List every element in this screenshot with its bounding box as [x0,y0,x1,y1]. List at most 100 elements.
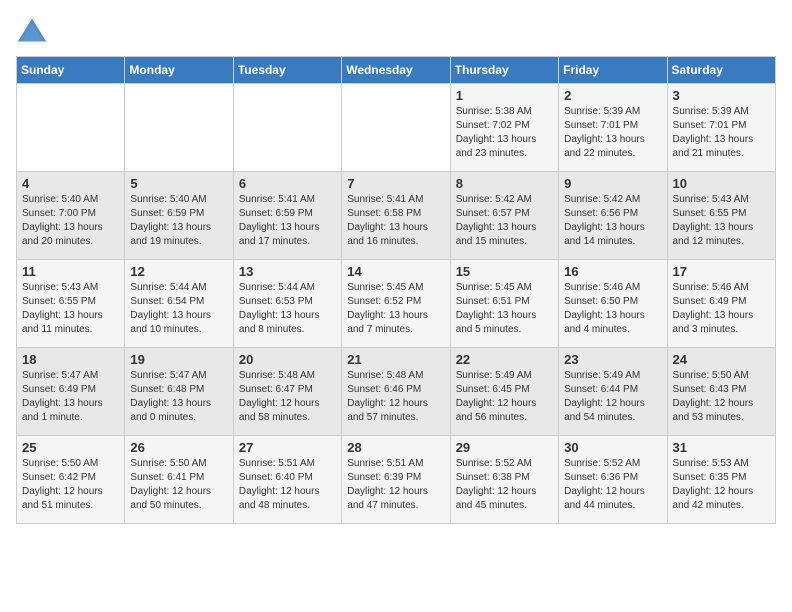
day-number: 29 [456,440,553,455]
day-info: Sunrise: 5:38 AM Sunset: 7:02 PM Dayligh… [456,105,553,161]
day-info: Sunrise: 5:46 AM Sunset: 6:50 PM Dayligh… [564,281,661,337]
day-number: 21 [347,352,444,367]
calendar-week-1: 1 Sunrise: 5:38 AM Sunset: 7:02 PM Daylig… [17,84,776,172]
calendar-cell: 10Sunrise: 5:43 AM Sunset: 6:55 PM Dayli… [667,172,775,260]
day-number: 1 [456,88,553,103]
calendar-cell: 17Sunrise: 5:46 AM Sunset: 6:49 PM Dayli… [667,260,775,348]
day-number: 3 [673,88,770,103]
day-info: Sunrise: 5:48 AM Sunset: 6:47 PM Dayligh… [239,369,336,425]
calendar-table: SundayMondayTuesdayWednesdayThursdayFrid… [16,56,776,524]
day-info: Sunrise: 5:41 AM Sunset: 6:59 PM Dayligh… [239,193,336,249]
day-number: 11 [22,264,119,279]
calendar-cell: 8 Sunrise: 5:42 AM Sunset: 6:57 PM Daylig… [450,172,558,260]
calendar-cell: 4 Sunrise: 5:40 AM Sunset: 7:00 PM Daylig… [17,172,125,260]
calendar-cell: 1 Sunrise: 5:38 AM Sunset: 7:02 PM Daylig… [450,84,558,172]
day-number: 12 [130,264,227,279]
calendar-cell [125,84,233,172]
day-number: 28 [347,440,444,455]
day-info: Sunrise: 5:45 AM Sunset: 6:51 PM Dayligh… [456,281,553,337]
day-info: Sunrise: 5:39 AM Sunset: 7:01 PM Dayligh… [673,105,770,161]
calendar-week-2: 4 Sunrise: 5:40 AM Sunset: 7:00 PM Daylig… [17,172,776,260]
calendar-cell: 30Sunrise: 5:52 AM Sunset: 6:36 PM Dayli… [559,436,667,524]
calendar-cell: 16Sunrise: 5:46 AM Sunset: 6:50 PM Dayli… [559,260,667,348]
day-number: 5 [130,176,227,191]
day-info: Sunrise: 5:51 AM Sunset: 6:40 PM Dayligh… [239,457,336,513]
calendar-week-3: 11Sunrise: 5:43 AM Sunset: 6:55 PM Dayli… [17,260,776,348]
calendar-cell: 13 Sunrise: 5:44 AM Sunset: 6:53 PM Dayli… [233,260,341,348]
day-number: 7 [347,176,444,191]
calendar-cell: 24 Sunrise: 5:50 AM Sunset: 6:43 PM Dayli… [667,348,775,436]
day-number: 19 [130,352,227,367]
calendar-cell: 6 Sunrise: 5:41 AM Sunset: 6:59 PM Daylig… [233,172,341,260]
calendar-cell [233,84,341,172]
calendar-cell: 28 Sunrise: 5:51 AM Sunset: 6:39 PM Dayli… [342,436,450,524]
day-info: Sunrise: 5:44 AM Sunset: 6:54 PM Dayligh… [130,281,227,337]
day-info: Sunrise: 5:43 AM Sunset: 6:55 PM Dayligh… [673,193,770,249]
day-number: 27 [239,440,336,455]
column-header-sunday: Sunday [17,57,125,84]
calendar-cell: 26 Sunrise: 5:50 AM Sunset: 6:41 PM Dayli… [125,436,233,524]
day-number: 9 [564,176,661,191]
day-number: 24 [673,352,770,367]
calendar-cell: 11Sunrise: 5:43 AM Sunset: 6:55 PM Dayli… [17,260,125,348]
day-number: 30 [564,440,661,455]
day-info: Sunrise: 5:48 AM Sunset: 6:46 PM Dayligh… [347,369,444,425]
day-number: 13 [239,264,336,279]
day-info: Sunrise: 5:40 AM Sunset: 7:00 PM Dayligh… [22,193,119,249]
day-info: Sunrise: 5:40 AM Sunset: 6:59 PM Dayligh… [130,193,227,249]
calendar-cell: 9Sunrise: 5:42 AM Sunset: 6:56 PM Daylig… [559,172,667,260]
calendar-header-row: SundayMondayTuesdayWednesdayThursdayFrid… [17,57,776,84]
calendar-cell: 23Sunrise: 5:49 AM Sunset: 6:44 PM Dayli… [559,348,667,436]
day-info: Sunrise: 5:51 AM Sunset: 6:39 PM Dayligh… [347,457,444,513]
day-info: Sunrise: 5:53 AM Sunset: 6:35 PM Dayligh… [673,457,770,513]
column-header-thursday: Thursday [450,57,558,84]
calendar-cell: 22 Sunrise: 5:49 AM Sunset: 6:45 PM Dayli… [450,348,558,436]
calendar-cell: 15 Sunrise: 5:45 AM Sunset: 6:51 PM Dayli… [450,260,558,348]
calendar-cell [17,84,125,172]
day-number: 22 [456,352,553,367]
day-number: 26 [130,440,227,455]
day-info: Sunrise: 5:47 AM Sunset: 6:48 PM Dayligh… [130,369,227,425]
calendar-cell [342,84,450,172]
day-info: Sunrise: 5:44 AM Sunset: 6:53 PM Dayligh… [239,281,336,337]
day-number: 15 [456,264,553,279]
calendar-cell: 14 Sunrise: 5:45 AM Sunset: 6:52 PM Dayli… [342,260,450,348]
calendar-cell: 5 Sunrise: 5:40 AM Sunset: 6:59 PM Daylig… [125,172,233,260]
calendar-cell: 29Sunrise: 5:52 AM Sunset: 6:38 PM Dayli… [450,436,558,524]
day-number: 8 [456,176,553,191]
day-info: Sunrise: 5:39 AM Sunset: 7:01 PM Dayligh… [564,105,661,161]
column-header-friday: Friday [559,57,667,84]
column-header-tuesday: Tuesday [233,57,341,84]
day-info: Sunrise: 5:42 AM Sunset: 6:57 PM Dayligh… [456,193,553,249]
calendar-body: 1 Sunrise: 5:38 AM Sunset: 7:02 PM Daylig… [17,84,776,524]
page-header [16,16,776,44]
day-number: 20 [239,352,336,367]
calendar-cell: 21 Sunrise: 5:48 AM Sunset: 6:46 PM Dayli… [342,348,450,436]
day-number: 14 [347,264,444,279]
day-number: 4 [22,176,119,191]
day-info: Sunrise: 5:50 AM Sunset: 6:43 PM Dayligh… [673,369,770,425]
logo [16,16,52,44]
calendar-cell: 3 Sunrise: 5:39 AM Sunset: 7:01 PM Daylig… [667,84,775,172]
day-info: Sunrise: 5:47 AM Sunset: 6:49 PM Dayligh… [22,369,119,425]
calendar-cell: 2 Sunrise: 5:39 AM Sunset: 7:01 PM Daylig… [559,84,667,172]
day-info: Sunrise: 5:50 AM Sunset: 6:41 PM Dayligh… [130,457,227,513]
day-number: 6 [239,176,336,191]
day-number: 2 [564,88,661,103]
day-info: Sunrise: 5:49 AM Sunset: 6:45 PM Dayligh… [456,369,553,425]
logo-icon [16,16,48,44]
calendar-cell: 27 Sunrise: 5:51 AM Sunset: 6:40 PM Dayli… [233,436,341,524]
calendar-cell: 18Sunrise: 5:47 AM Sunset: 6:49 PM Dayli… [17,348,125,436]
day-number: 25 [22,440,119,455]
column-header-wednesday: Wednesday [342,57,450,84]
day-info: Sunrise: 5:41 AM Sunset: 6:58 PM Dayligh… [347,193,444,249]
day-number: 17 [673,264,770,279]
calendar-cell: 7 Sunrise: 5:41 AM Sunset: 6:58 PM Daylig… [342,172,450,260]
calendar-week-4: 18Sunrise: 5:47 AM Sunset: 6:49 PM Dayli… [17,348,776,436]
calendar-cell: 31Sunrise: 5:53 AM Sunset: 6:35 PM Dayli… [667,436,775,524]
calendar-week-5: 25 Sunrise: 5:50 AM Sunset: 6:42 PM Dayli… [17,436,776,524]
calendar-cell: 12 Sunrise: 5:44 AM Sunset: 6:54 PM Dayli… [125,260,233,348]
day-info: Sunrise: 5:45 AM Sunset: 6:52 PM Dayligh… [347,281,444,337]
day-info: Sunrise: 5:50 AM Sunset: 6:42 PM Dayligh… [22,457,119,513]
calendar-cell: 25 Sunrise: 5:50 AM Sunset: 6:42 PM Dayli… [17,436,125,524]
